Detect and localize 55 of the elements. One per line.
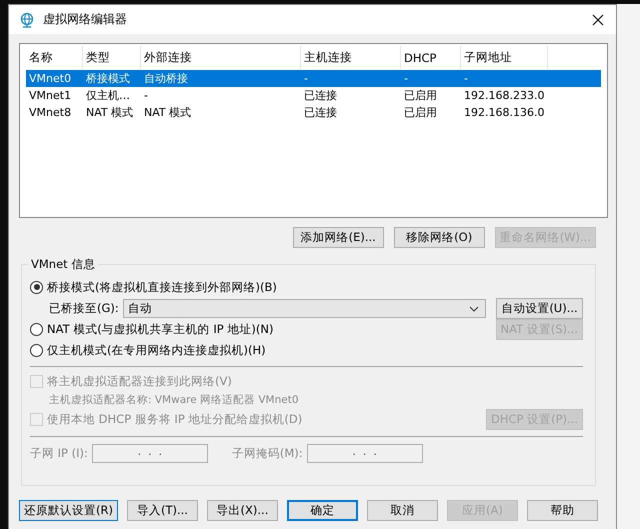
globe-icon <box>19 12 35 28</box>
radio-label[interactable]: 桥接模式(将虚拟机直接连接到外部网络)(B) <box>47 280 277 294</box>
chevron-down-icon <box>469 306 479 312</box>
button[interactable]: 导入(T)... <box>126 500 198 521</box>
table-cell-text: NAT 模式 <box>143 105 192 120</box>
table-cell-text: 桥接模式 <box>85 71 131 86</box>
table-cell-text: 已连接 <box>303 88 338 103</box>
window-title: 虚拟网络编辑器 <box>43 11 128 28</box>
radio-button[interactable] <box>30 323 43 336</box>
table-cell-text: 已连接 <box>303 105 338 120</box>
button[interactable]: 帮助 <box>526 500 598 521</box>
table-cell-text: 已启用 <box>403 105 438 120</box>
column-header[interactable]: 主机连接 <box>301 46 401 69</box>
button[interactable]: 取消 <box>366 500 438 521</box>
button[interactable]: 添加网络(E)... <box>292 227 384 248</box>
column-header[interactable]: 名称 <box>26 46 83 69</box>
field-label: 已桥接至(G): <box>49 301 119 316</box>
dropdown-value: 自动 <box>128 301 152 316</box>
table-cell-text: - <box>303 72 309 85</box>
group-title: VMnet 信息 <box>28 257 98 272</box>
column-header[interactable]: 外部连接 <box>141 46 301 69</box>
column-header[interactable]: 类型 <box>83 46 141 69</box>
table-cell-text: 自动桥接 <box>143 71 189 86</box>
adapter-name-text: 主机虚拟适配器名称: VMware 网络适配器 VMnet0 <box>48 393 300 408</box>
radio-button[interactable] <box>30 280 43 294</box>
table-cell-text: 仅主机… <box>85 88 131 103</box>
field-label: 子网掩码(M): <box>232 446 303 460</box>
table-row[interactable]: VMnet1 仅主机… - 已连接 已启用 192.168.233.0 <box>26 87 601 104</box>
table-cell-text: - <box>403 72 409 85</box>
radio-label[interactable]: 仅主机模式(在专用网络内连接虚拟机)(H) <box>47 342 266 358</box>
ip-input-field[interactable]: . . . <box>306 444 423 462</box>
button[interactable]: 确定 <box>286 500 358 521</box>
table-cell-text: NAT 模式 <box>85 105 134 120</box>
column-header[interactable]: DHCP <box>401 46 461 69</box>
ip-input-field[interactable]: . . . <box>92 444 208 462</box>
table-cell-text: - <box>463 72 469 85</box>
table-row[interactable]: VMnet0 桥接模式 自动桥接 - - - <box>26 70 601 87</box>
column-header[interactable]: 子网地址 <box>461 46 548 69</box>
button[interactable]: 还原默认设置(R) <box>19 500 118 521</box>
table-cell-text: - <box>143 89 149 102</box>
table-cell-text: VMnet8 <box>28 106 72 119</box>
radio-button[interactable] <box>30 344 43 356</box>
close-icon[interactable] <box>592 14 604 26</box>
field-label: 子网 IP (I): <box>30 446 88 460</box>
dropdown[interactable]: 自动 <box>122 299 486 318</box>
radio-label[interactable]: NAT 模式(与虚拟机共享主机的 IP 地址)(N) <box>47 322 274 337</box>
table-cell-text: 192.168.136.0 <box>463 106 546 119</box>
table-cell-text: VMnet0 <box>28 72 72 85</box>
button[interactable]: 自动设置(U)... <box>496 298 583 319</box>
button[interactable]: 导出(X)... <box>206 500 278 521</box>
table-cell-text: 已启用 <box>403 88 438 103</box>
table-cell-text: 192.168.233.0 <box>463 89 546 102</box>
table-row[interactable]: VMnet8 NAT 模式 NAT 模式 已连接 已启用 192.168.136.0 <box>26 104 601 121</box>
table-cell-text: VMnet1 <box>28 89 72 102</box>
button[interactable]: 移除网络(O) <box>394 227 485 248</box>
